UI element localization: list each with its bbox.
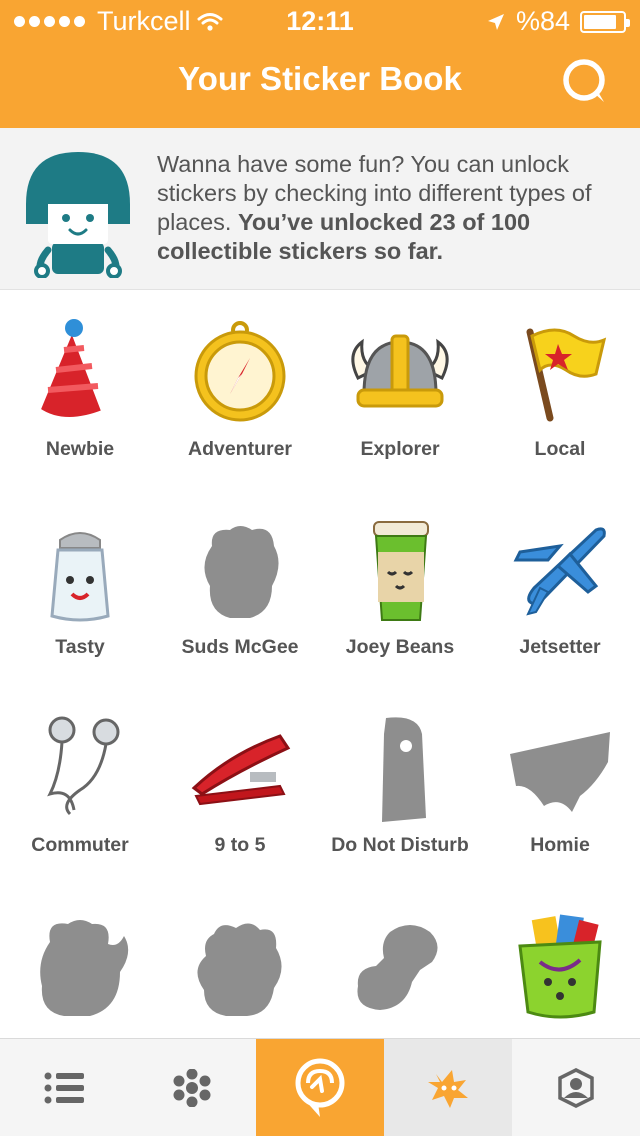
sticker-label: Explorer bbox=[360, 438, 440, 460]
coffee-cup-icon bbox=[373, 521, 429, 621]
sticker-label: Tasty bbox=[55, 636, 105, 658]
sticker-label: Adventurer bbox=[187, 438, 293, 460]
sticker-label: Homie bbox=[530, 834, 590, 856]
locked-sticker-icon bbox=[197, 923, 282, 1016]
sticker-cell-9-to-5[interactable]: 9 to 5 bbox=[160, 686, 320, 884]
compass-icon bbox=[194, 321, 286, 422]
check-in-pin-icon bbox=[295, 1058, 345, 1117]
sticker-cell-jetsetter[interactable]: Jetsetter bbox=[480, 488, 640, 686]
sticker-label: Jetsetter bbox=[519, 636, 601, 658]
tab-bar bbox=[0, 1038, 640, 1136]
sticker-label: Commuter bbox=[31, 834, 129, 856]
list-icon bbox=[44, 1072, 84, 1104]
sticker-cell-suds-mcgee[interactable]: Suds McGee bbox=[160, 488, 320, 686]
sticker-label: Local bbox=[534, 438, 586, 460]
sticker-cell-do-not-disturb[interactable]: Do Not Disturb bbox=[320, 686, 480, 884]
locked-sticker-icon bbox=[204, 526, 279, 618]
intro-banner: Wanna have some fun? You can unlock stic… bbox=[0, 128, 640, 290]
battery-percent: %84 bbox=[515, 6, 570, 36]
page-title: Your Sticker Book bbox=[178, 60, 462, 97]
intro-text: Wanna have some fun? You can unlock stic… bbox=[157, 150, 627, 266]
sticker-label: 9 to 5 bbox=[214, 834, 266, 856]
tab-profile[interactable] bbox=[512, 1039, 640, 1136]
tab-list[interactable] bbox=[0, 1039, 128, 1136]
app-header: Turkcell 12:11 %84 Your Sticker Book bbox=[0, 0, 640, 128]
sticker-cell-adventurer[interactable]: Adventurer bbox=[160, 290, 320, 488]
sticker-label: Suds McGee bbox=[181, 636, 299, 658]
location-arrow-icon bbox=[487, 13, 504, 30]
status-right: %84 bbox=[486, 6, 630, 37]
earbuds-icon bbox=[47, 716, 120, 816]
sticker-cell-tasty[interactable]: Tasty bbox=[0, 488, 160, 686]
sticker-cell-locked-1[interactable] bbox=[0, 884, 160, 1038]
salt-shaker-icon bbox=[50, 532, 110, 622]
search-button[interactable] bbox=[560, 56, 610, 106]
door-hanger-icon bbox=[382, 717, 426, 822]
sticker-cell-explorer[interactable]: Explorer bbox=[320, 290, 480, 488]
sticker-cell-local[interactable]: Local bbox=[480, 290, 640, 488]
sticker-burst-icon bbox=[428, 1070, 468, 1108]
tab-stickers[interactable] bbox=[384, 1039, 512, 1136]
flag-icon bbox=[526, 328, 607, 422]
sticker-cell-newbie[interactable]: Newbie bbox=[0, 290, 160, 488]
sticker-grid: Newbie Adventurer Explorer Local Tasty S… bbox=[0, 290, 640, 1038]
sticker-cell-joey-beans[interactable]: Joey Beans bbox=[320, 488, 480, 686]
sticker-cell-locked-3[interactable] bbox=[320, 884, 480, 1038]
tab-check-in[interactable] bbox=[256, 1039, 384, 1136]
status-bar: Turkcell 12:11 %84 bbox=[0, 0, 640, 40]
sticker-cell-shopping[interactable] bbox=[480, 884, 640, 1038]
shopping-bag-icon bbox=[518, 914, 602, 1019]
locked-sticker-icon bbox=[40, 920, 129, 1016]
battery-icon bbox=[580, 10, 630, 33]
party-hat-icon bbox=[34, 319, 108, 423]
tab-explore[interactable] bbox=[128, 1039, 256, 1136]
sticker-label: Newbie bbox=[45, 438, 115, 460]
sticker-cell-locked-2[interactable] bbox=[160, 884, 320, 1038]
sticker-label: Joey Beans bbox=[345, 636, 455, 658]
profile-icon bbox=[558, 1068, 594, 1108]
sticker-cell-homie[interactable]: Homie bbox=[480, 686, 640, 884]
airplane-icon bbox=[513, 527, 606, 616]
sticker-cell-commuter[interactable]: Commuter bbox=[0, 686, 160, 884]
underwear-icon bbox=[510, 732, 610, 812]
locked-sticker-icon bbox=[357, 925, 438, 1010]
honeycomb-icon bbox=[173, 1069, 211, 1107]
viking-helmet-icon bbox=[351, 334, 449, 408]
mascot-icon bbox=[26, 152, 130, 278]
sticker-label: Do Not Disturb bbox=[331, 834, 469, 856]
stapler-icon bbox=[191, 734, 291, 806]
